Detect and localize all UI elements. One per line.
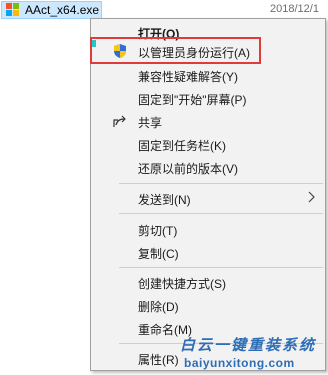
watermark-url: baiyunxitong.com [184,356,295,370]
menu-item-label: 固定到任务栏(K) [138,139,226,153]
menu-item-label: 兼容性疑难解答(Y) [138,70,238,84]
context-menu: 打开(O) 以管理员身份运行(A) 兼容性疑难解答(Y) 固定到"开始"屏幕(P… [90,18,326,371]
menu-item-label: 固定到"开始"屏幕(P) [138,93,247,107]
file-name[interactable]: AAct_x64.exe [25,3,99,17]
menu-item-label: 复制(C) [138,247,179,261]
menu-item-label: 创建快捷方式(S) [138,277,226,291]
watermark-title: 白云一键重装系统 [180,336,317,354]
menu-item-share[interactable]: 共享 [92,110,324,132]
menu-item-create-shortcut[interactable]: 创建快捷方式(S) [92,271,324,293]
menu-separator [119,213,323,214]
menu-item-cut[interactable]: 剪切(T) [92,218,324,240]
watermark: 白云一键重装系统 baiyunxitong.com [180,334,326,374]
menu-item-label: 还原以前的版本(V) [138,162,238,176]
menu-item-restore-previous[interactable]: 还原以前的版本(V) [92,156,324,178]
menu-item-label: 共享 [138,116,163,130]
menu-item-label: 发送到(N) [138,193,191,207]
menu-separator [119,267,323,268]
menu-item-compat-troubleshoot[interactable]: 兼容性疑难解答(Y) [92,64,324,86]
share-icon [113,115,126,127]
windows-app-icon [6,3,20,17]
menu-item-pin-start[interactable]: 固定到"开始"屏幕(P) [92,87,324,109]
highlight-box [90,37,261,64]
menu-item-label: 剪切(T) [138,224,178,238]
menu-item-send-to[interactable]: 发送到(N) [92,187,324,209]
menu-item-copy[interactable]: 复制(C) [92,241,324,263]
menu-item-label: 删除(D) [138,300,179,314]
chevron-right-icon [308,191,315,203]
file-date: 2018/12/1 [270,3,319,15]
menu-item-delete[interactable]: 删除(D) [92,294,324,316]
menu-item-pin-taskbar[interactable]: 固定到任务栏(K) [92,133,324,155]
menu-separator [119,183,323,184]
menu-item-label: 属性(R) [138,353,179,367]
